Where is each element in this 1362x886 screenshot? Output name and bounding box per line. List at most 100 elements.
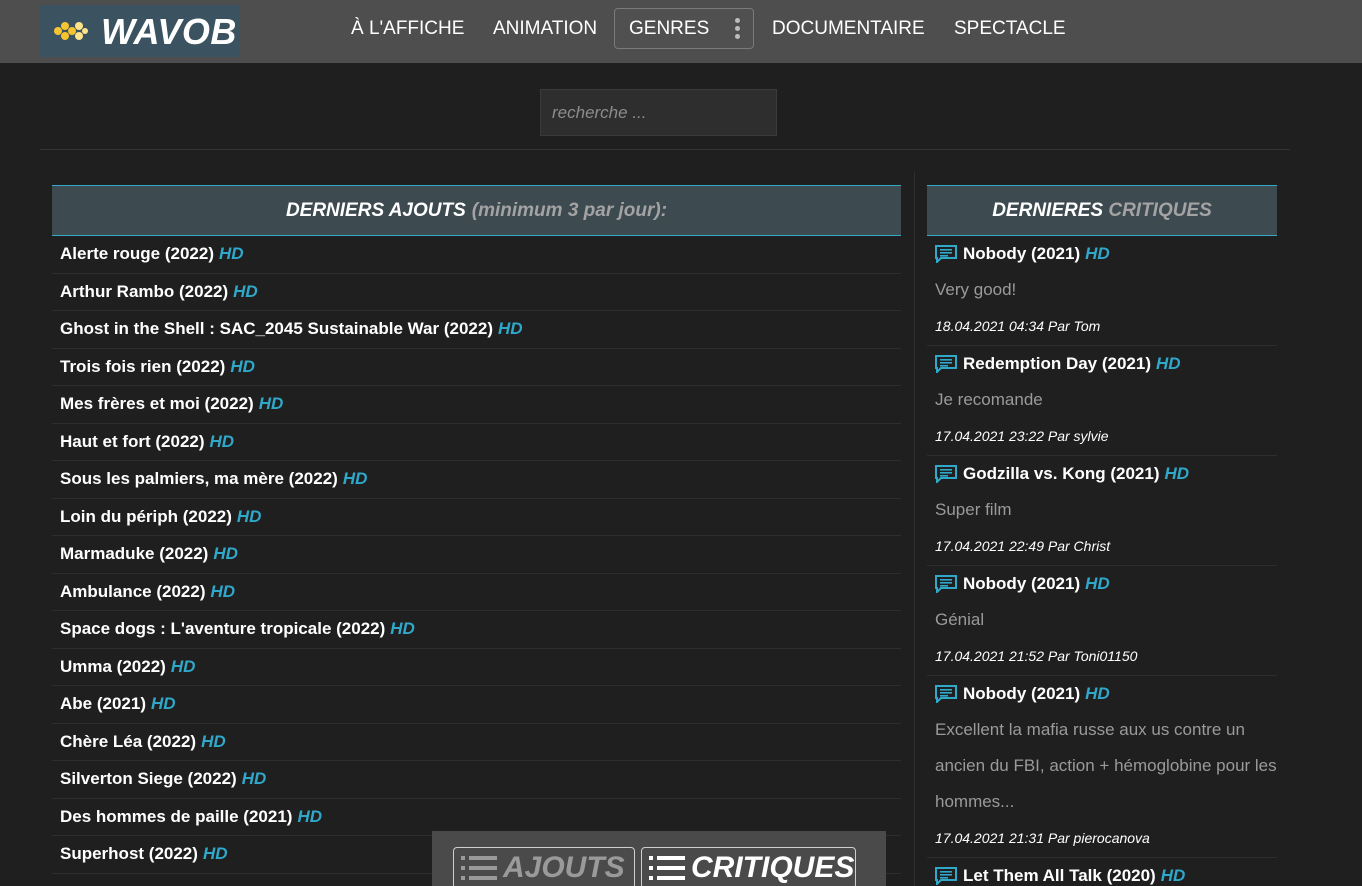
hd-badge: HD: [219, 244, 244, 264]
review-item: Nobody (2021) HD Very good! 18.04.2021 04:3…: [927, 236, 1277, 346]
movie-title: Marmaduke (2022): [60, 544, 209, 564]
nav-genres-dropdown[interactable]: GENRES: [614, 8, 754, 49]
movie-title: Chère Léa (2022): [60, 731, 197, 751]
review-movie-title: Godzilla vs. Kong (2021): [963, 464, 1160, 483]
hd-badge: HD: [213, 544, 238, 564]
review-meta: 17.04.2021 21:52 Par Toni01150: [935, 648, 1138, 664]
movie-title: Alerte rouge (2022): [60, 244, 214, 264]
review-movie-title: Nobody (2021): [963, 684, 1081, 703]
movie-title: Abe (2021): [60, 694, 146, 714]
list-item[interactable]: Trois fois rien (2022) HD: [52, 349, 901, 386]
movie-title: Ambulance (2022): [60, 581, 206, 601]
movie-title: Loin du périph (2022): [60, 506, 232, 526]
review-meta: 18.04.2021 04:34 Par Tom: [935, 318, 1101, 334]
latest-reviews-list: Nobody (2021) HD Very good! 18.04.2021 04:3…: [927, 236, 1277, 886]
hd-badge: HD: [241, 769, 267, 789]
latest-reviews-subtitle: CRITIQUES: [1108, 199, 1212, 221]
search-input[interactable]: [540, 89, 777, 136]
list-item[interactable]: Abe (2021) HD: [52, 686, 901, 724]
nav-documentaire[interactable]: DOCUMENTAIRE: [772, 18, 925, 40]
list-item[interactable]: Chère Léa (2022) HD: [52, 724, 901, 761]
list-item[interactable]: Space dogs : L'aventure tropicale (2022)…: [52, 611, 901, 649]
review-movie-link[interactable]: Nobody (2021) HD: [935, 566, 1277, 602]
comment-icon: [935, 245, 957, 263]
nav-animation[interactable]: ANIMATION: [493, 18, 597, 40]
comment-icon: [935, 575, 957, 593]
review-movie-link[interactable]: Nobody (2021) HD: [935, 676, 1277, 712]
critiques-label: CRITIQUES: [691, 851, 855, 884]
latest-additions-list: Alerte rouge (2022) HD Arthur Rambo (2022)…: [52, 236, 901, 874]
list-item[interactable]: Mes frères et moi (2022) HD: [52, 386, 901, 424]
nav-spectacle[interactable]: SPECTACLE: [954, 18, 1066, 40]
review-movie-link[interactable]: Let Them All Talk (2020) HD: [935, 858, 1277, 886]
latest-additions-title: DERNIERS AJOUTS: [285, 199, 466, 221]
hd-badge: HD: [1164, 464, 1190, 483]
movie-title: Umma (2022): [60, 656, 166, 676]
hd-badge: HD: [1085, 574, 1110, 593]
list-item[interactable]: Arthur Rambo (2022) HD: [52, 274, 901, 311]
hd-badge: HD: [150, 694, 176, 714]
list-item[interactable]: Loin du périph (2022) HD: [52, 499, 901, 536]
movie-title: Trois fois rien (2022): [60, 356, 226, 376]
hd-badge: HD: [390, 619, 415, 639]
nav-a-l-affiche[interactable]: À L'AFFICHE: [351, 18, 464, 40]
review-movie-title: Let Them All Talk (2020): [963, 866, 1156, 885]
review-movie-link[interactable]: Redemption Day (2021) HD: [935, 346, 1277, 382]
ajouts-button[interactable]: AJOUTS: [453, 847, 635, 886]
hd-badge: HD: [498, 319, 523, 339]
list-item[interactable]: Marmaduke (2022) HD: [52, 536, 901, 574]
latest-additions-header: DERNIERS AJOUTS (minimum 3 par jour):: [52, 185, 901, 236]
review-meta: 17.04.2021 22:49 Par Christ: [935, 538, 1111, 554]
hd-badge: HD: [1085, 244, 1110, 263]
critiques-button[interactable]: CRITIQUES: [641, 847, 856, 886]
latest-reviews-title: DERNIERES: [992, 199, 1104, 221]
movie-title: Arthur Rambo (2022): [60, 281, 229, 301]
review-item: Godzilla vs. Kong (2021) HD Super film 17.0…: [927, 456, 1277, 566]
comment-icon: [935, 867, 957, 885]
movie-title: Superhost (2022): [60, 844, 198, 864]
kebab-menu-icon: [735, 18, 741, 40]
bottom-toolbar: AJOUTS CRITIQUES: [432, 831, 886, 886]
list-item[interactable]: Alerte rouge (2022) HD: [52, 236, 901, 274]
review-movie-title: Nobody (2021): [963, 244, 1081, 263]
movie-title: Space dogs : L'aventure tropicale (2022): [60, 619, 386, 639]
review-text: Super film: [935, 500, 1012, 519]
movie-title: Sous les palmiers, ma mère (2022): [60, 469, 338, 489]
list-item[interactable]: Ghost in the Shell : SAC_2045 Sustainabl…: [52, 311, 901, 349]
latest-reviews-header: DERNIERES CRITIQUES: [927, 185, 1277, 236]
review-item: Let Them All Talk (2020) HD: [927, 858, 1277, 886]
list-item[interactable]: Umma (2022) HD: [52, 649, 901, 686]
hd-badge: HD: [233, 281, 258, 301]
review-movie-title: Redemption Day (2021): [963, 354, 1151, 373]
column-divider: [914, 172, 915, 886]
hd-badge: HD: [1085, 684, 1110, 703]
list-item[interactable]: Ambulance (2022) HD: [52, 574, 901, 611]
movie-title: Mes frères et moi (2022): [60, 394, 254, 414]
nav-genres-label: GENRES: [629, 18, 710, 39]
review-movie-link[interactable]: Godzilla vs. Kong (2021) HD: [935, 456, 1277, 492]
hd-badge: HD: [210, 581, 236, 601]
site-logo[interactable]: WAVOB: [40, 5, 240, 57]
hd-badge: HD: [297, 806, 322, 826]
header-divider: [40, 149, 1290, 150]
review-meta: 17.04.2021 21:31 Par pierocanova: [935, 830, 1150, 846]
review-item: Nobody (2021) HD Excellent la mafia russe …: [927, 676, 1277, 858]
list-item[interactable]: Silverton Siege (2022) HD: [52, 761, 901, 799]
hd-badge: HD: [209, 431, 235, 451]
hd-badge: HD: [201, 731, 226, 751]
hd-badge: HD: [170, 656, 196, 676]
movie-title: Haut et fort (2022): [60, 431, 205, 451]
list-item[interactable]: Haut et fort (2022) HD: [52, 424, 901, 461]
comment-icon: [935, 465, 957, 483]
review-text: Very good!: [935, 280, 1017, 299]
logo-text: WAVOB: [101, 11, 237, 52]
hd-badge: HD: [1160, 866, 1186, 885]
review-movie-link[interactable]: Nobody (2021) HD: [935, 236, 1277, 272]
review-text: Je recomande: [935, 390, 1043, 409]
list-icon: [649, 856, 685, 880]
movie-title: Des hommes de paille (2021): [60, 806, 293, 826]
ajouts-label: AJOUTS: [503, 851, 625, 884]
hd-badge: HD: [258, 394, 284, 414]
list-icon: [461, 856, 497, 880]
list-item[interactable]: Sous les palmiers, ma mère (2022) HD: [52, 461, 901, 499]
